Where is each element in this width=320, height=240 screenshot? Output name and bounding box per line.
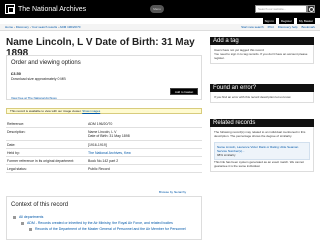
notice-text: This record is available to view with ou… <box>10 109 82 113</box>
error-panel: Found an error? If you find an error wit… <box>210 84 314 112</box>
print-link[interactable]: Print <box>268 24 274 30</box>
detail-value: Name Lincoln, L V Date of Birth: 31 May … <box>88 130 130 138</box>
similarity-percentage: 98% similarity <box>217 153 236 157</box>
context-tree: All departments ADM - Records created or … <box>12 215 200 233</box>
detail-value: Public Record <box>88 167 110 171</box>
help-link[interactable]: Discovery help <box>278 24 298 30</box>
breadcrumb-current: ADM 196/20/70 <box>59 25 81 29</box>
order-heading: Order and viewing options <box>11 60 81 66</box>
menu-button[interactable]: Menu <box>150 5 164 13</box>
search-icon[interactable] <box>307 5 315 13</box>
context-item[interactable]: ADM - Records created or inherited by th… <box>20 221 200 225</box>
breadcrumb: Home › Discovery › Your search results ›… <box>5 24 80 30</box>
detail-row: Former reference in its original departm… <box>6 157 202 165</box>
detail-row: Date: [1916-1919] <box>6 141 202 149</box>
related-footer: This link has been system generated as a… <box>214 160 304 168</box>
navigation-bar: Home › Discovery › Your search results ›… <box>0 24 320 31</box>
related-body: The following record(s) may related to a… <box>210 127 314 172</box>
image-viewer-notice: This record is available to view with ou… <box>6 108 202 114</box>
related-description: The following record(s) may related to a… <box>214 130 306 138</box>
context-heading: Context of this record <box>11 202 69 208</box>
search-input[interactable]: Search our website... <box>255 5 307 13</box>
detail-row: Legal status: Public Record <box>6 165 202 173</box>
order-panel: Order and viewing options £3.50 Download… <box>6 55 202 100</box>
detail-row: Description: Name Lincoln, L V Date of Bi… <box>6 128 202 141</box>
site-header: The National Archives Menu Search our we… <box>0 0 320 18</box>
context-item[interactable]: All departments <box>12 215 200 219</box>
related-result-title[interactable]: Name Lincoln, Laurence Victor Rank or Ra… <box>217 145 307 153</box>
detail-label: Legal status: <box>7 167 27 171</box>
tag-heading: Add a tag <box>210 37 314 45</box>
detail-label: Former reference in its original departm… <box>7 159 75 163</box>
related-records-panel: Related records The following record(s) … <box>210 119 314 203</box>
site-logo[interactable]: The National Archives <box>5 4 86 14</box>
detail-value: Book No.142 part 2 <box>88 159 119 163</box>
price: £3.50 <box>11 71 22 76</box>
detail-value: [1916-1919] <box>88 143 107 147</box>
new-search-link[interactable]: Start new search <box>241 24 264 30</box>
add-tag-panel: Add a tag Users have not yet tagged this… <box>210 37 314 75</box>
error-body: If you find an error with this record de… <box>210 92 314 103</box>
context-item-label[interactable]: ADM - Records created or inherited by th… <box>27 221 173 225</box>
download-size: Download size approximately 0 MB <box>11 77 66 81</box>
detail-row: Held by: The National Archives, Kew <box>6 149 202 157</box>
context-item-label[interactable]: All departments <box>19 215 43 219</box>
tag-signin-text: You need to sign in to tag records. If y… <box>214 52 308 60</box>
related-result[interactable]: Name Lincoln, Laurence Victor Rank or Ra… <box>214 142 310 160</box>
detail-row: Reference: ADM 196/20/70 <box>6 120 202 128</box>
detail-label: Held by: <box>7 151 20 155</box>
breadcrumb-results[interactable]: Your search results <box>32 25 58 29</box>
show-images-link[interactable]: Show images <box>82 109 100 113</box>
context-item[interactable]: Records of the Department of the Master … <box>28 227 200 231</box>
brand-name: The National Archives <box>18 5 87 13</box>
tag-body: Users have not yet tagged this record Yo… <box>210 45 314 64</box>
detail-label: Date: <box>7 143 16 147</box>
detail-value[interactable]: The National Archives, Kew <box>88 151 200 156</box>
breadcrumb-discovery[interactable]: Discovery <box>16 25 29 29</box>
record-details: Reference: ADM 196/20/70 Description: Name … <box>6 120 202 173</box>
add-to-basket-button[interactable]: Add to basket <box>170 88 198 95</box>
detail-value: ADM 196/20/70 <box>88 122 113 126</box>
archives-logo-icon <box>5 4 15 14</box>
browse-hierarchy-link[interactable]: Browse by hierarchy <box>159 190 186 194</box>
context-panel: Context of this record All departments AD… <box>6 196 202 240</box>
utility-links: Start new search Print Discovery help Bo… <box>241 24 315 30</box>
error-heading: Found an error? <box>210 84 314 92</box>
breadcrumb-home[interactable]: Home <box>5 25 13 29</box>
bookmark-link[interactable]: Bookmark <box>301 24 315 30</box>
detail-label: Description: <box>7 130 26 134</box>
related-heading: Related records <box>210 119 314 127</box>
view-free-link[interactable]: View free at The National Archives <box>11 96 57 100</box>
context-item-label[interactable]: Records of the Department of the Master … <box>35 227 186 231</box>
detail-label: Reference: <box>7 122 25 126</box>
